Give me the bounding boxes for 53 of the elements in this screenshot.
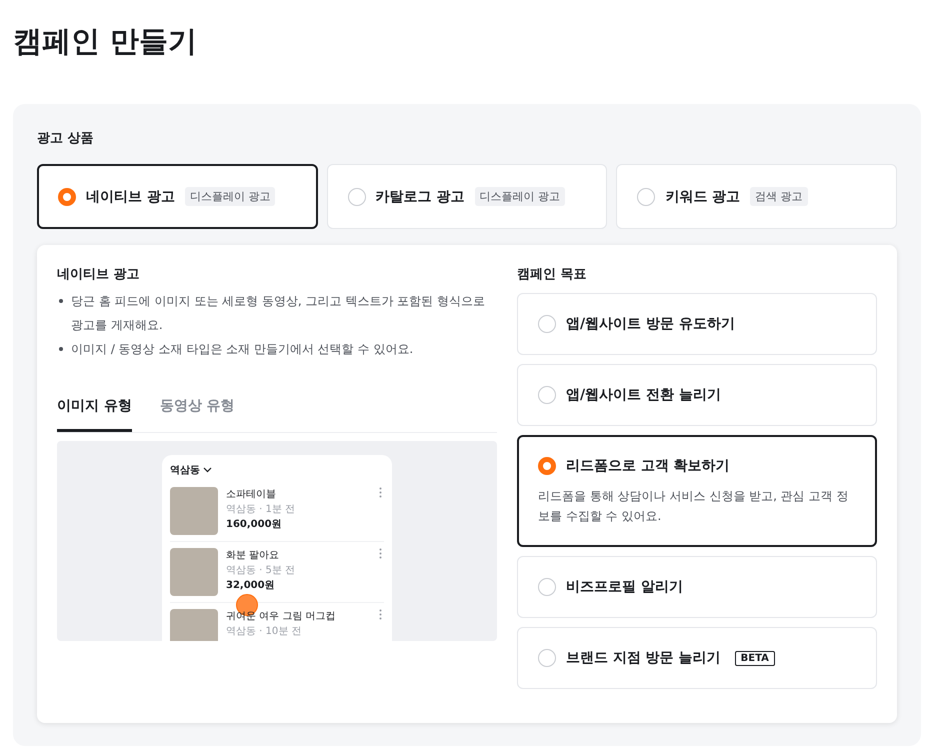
goal-description: 리드폼을 통해 상담이나 서비스 신청을 받고, 관심 고객 정보를 수집할 수 있어요.: [538, 488, 850, 525]
radio-button[interactable]: [538, 457, 556, 475]
photo-placeholder: [170, 548, 218, 596]
radio-button[interactable]: [538, 315, 556, 333]
description-text: 당근 홈 피드에 이미지 또는 세로형 동영상, 그리고 텍스트가 포함된 형식으로 광고를 게재해요.: [71, 294, 485, 332]
listing-meta: 역삼동 · 10분 전: [226, 625, 302, 638]
radio-button[interactable]: [538, 386, 556, 404]
ad-product-option[interactable]: 네이티브 광고 디스플레이 광고: [37, 164, 318, 229]
section-label: 광고 상품: [37, 130, 95, 147]
listing-title: 화분 팔아요: [226, 549, 280, 562]
more-icon: [379, 609, 382, 620]
photo-placeholder: [170, 487, 218, 535]
ad-product-option[interactable]: 카탈로그 광고 디스플레이 광고: [326, 164, 608, 229]
section-label: 캠페인 목표: [517, 266, 588, 283]
goal-option[interactable]: 앱/웹사이트 방문 유도하기: [517, 293, 877, 355]
page-title: 캠페인 만들기: [12, 23, 198, 60]
option-label: 앱/웹사이트 방문 유도하기: [566, 315, 735, 333]
listing-title: 소파테이블: [226, 488, 277, 501]
goal-option[interactable]: 리드폼으로 고객 확보하기 리드폼을 통해 상담이나 서비스 신청을 받고, 관심 고객 정보를 수집할 수 있어요.: [517, 435, 877, 547]
listing-price: 160,000원: [226, 518, 283, 531]
type-tab[interactable]: 이미지 유형: [57, 387, 132, 432]
listing-meta: 역삼동 · 5분 전: [226, 564, 296, 577]
option-label: 카탈로그 광고: [376, 188, 465, 206]
option-label: 브랜드 지점 방문 늘리기: [566, 649, 721, 667]
description-text: 이미지 / 동영상 소재 타입은 소재 만들기에서 선택할 수 있어요.: [71, 342, 414, 356]
ad-product-option[interactable]: 키워드 광고 검색 광고: [616, 164, 898, 229]
goal-option[interactable]: 비즈프로필 알리기: [517, 556, 877, 618]
category-tag: 디스플레이 광고: [474, 187, 566, 206]
description-title: 네이티브 광고: [57, 266, 141, 283]
listing-title: 귀여운 여우 그림 머그컵: [226, 610, 336, 623]
radio-button[interactable]: [58, 188, 76, 206]
option-label: 앱/웹사이트 전환 늘리기: [566, 386, 721, 404]
option-label: 키워드 광고: [665, 188, 740, 206]
goal-option[interactable]: 브랜드 지점 방문 늘리기 BETA: [517, 627, 877, 689]
radio-button[interactable]: [637, 188, 656, 206]
bullet-icon: [59, 299, 63, 303]
more-icon: [379, 487, 382, 498]
goal-option[interactable]: 앱/웹사이트 전환 늘리기: [517, 364, 877, 426]
chevron-down-icon: [203, 467, 212, 473]
option-label: 비즈프로필 알리기: [566, 578, 683, 596]
beta-badge: BETA: [734, 650, 775, 666]
listing-price: 32,000원: [226, 579, 276, 592]
category-tag: 검색 광고: [750, 187, 808, 206]
radio-button[interactable]: [538, 649, 556, 667]
location-label: 역삼동: [170, 464, 200, 477]
option-label: 네이티브 광고: [86, 188, 175, 206]
radio-button[interactable]: [538, 578, 556, 596]
more-icon: [379, 548, 382, 559]
bullet-icon: [59, 347, 63, 351]
radio-button[interactable]: [348, 188, 366, 206]
option-label: 리드폼으로 고객 확보하기: [566, 457, 730, 475]
listing-meta: 역삼동 · 1분 전: [226, 503, 296, 516]
category-tag: 디스플레이 광고: [184, 187, 276, 206]
